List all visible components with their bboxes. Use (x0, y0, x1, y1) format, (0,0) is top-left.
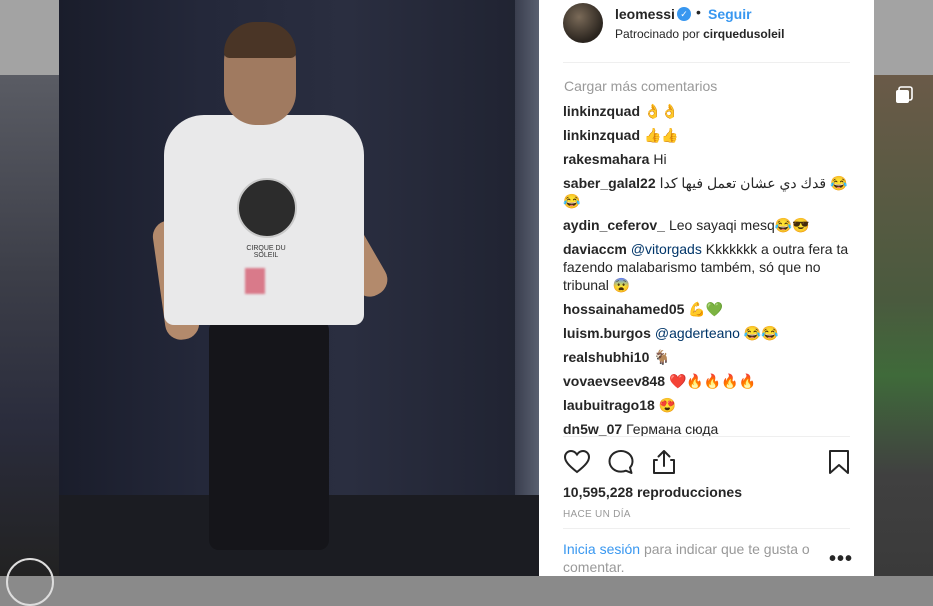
heart-outline-icon[interactable] (563, 448, 591, 476)
shirt-text: CIRQUE DU SOLEIL (246, 245, 286, 259)
sponsor-link[interactable]: cirquedusoleil (703, 27, 784, 41)
comment-text: 💪💚 (688, 301, 724, 317)
separator-dot: • (696, 4, 701, 20)
comment-text: ❤️🔥🔥🔥🔥 (669, 373, 757, 389)
comment-username[interactable]: linkinzquad (563, 103, 640, 119)
comment-username[interactable]: luism.burgos (563, 325, 651, 341)
comment-text: Германа сюда (626, 421, 719, 436)
comment-username[interactable]: laubuitrago18 (563, 397, 655, 413)
post-video[interactable]: CIRQUE DU SOLEIL (59, 0, 539, 576)
verified-badge-icon: ✓ (677, 7, 691, 21)
sponsored-prefix: Patrocinado por (615, 27, 700, 41)
background-post-left[interactable] (0, 75, 59, 606)
comment-item: dn5w_07 Германа сюда (563, 420, 850, 436)
comment-username[interactable]: realshubhi10 (563, 349, 649, 365)
shirt-badge (245, 268, 265, 294)
player-hair (224, 22, 296, 58)
player-legs (209, 320, 329, 550)
bookmark-icon[interactable] (825, 448, 853, 476)
login-link[interactable]: Inicia sesión (563, 541, 640, 557)
comment-username[interactable]: linkinzquad (563, 127, 640, 143)
comment-username[interactable]: vovaevseev848 (563, 373, 665, 389)
comment-item: laubuitrago18 😍 (563, 396, 850, 414)
comment-username[interactable]: rakesmahara (563, 151, 649, 167)
login-prompt: Inicia sesión para indicar que te gusta … (563, 540, 831, 576)
share-upload-icon[interactable] (650, 448, 678, 476)
more-options-icon[interactable]: ••• (829, 548, 853, 571)
action-bar (563, 448, 850, 476)
comment-bubble-icon[interactable] (607, 448, 635, 476)
comment-item: aydin_ceferov_ Leo sayaqi mesq😂😎 (563, 216, 850, 234)
header-divider (563, 62, 850, 63)
view-count[interactable]: 10,595,228 reproducciones (563, 484, 742, 500)
comment-mention[interactable]: @agderteano (655, 325, 740, 341)
background-post-right[interactable] (874, 75, 933, 576)
post-details-panel: leomessi ✓ • Seguir Patrocinado por cirq… (539, 0, 874, 576)
comment-item: saber_galal22 قدك دي عشان تعمل فيها كدا 😂… (563, 174, 850, 210)
post-header: leomessi ✓ • Seguir Patrocinado por cirq… (539, 0, 874, 60)
comment-username[interactable]: aydin_ceferov_ (563, 217, 665, 233)
comment-text: 😍 (658, 397, 677, 413)
comments-divider (563, 436, 850, 437)
load-more-comments-button[interactable]: Cargar más comentarios (564, 78, 717, 94)
comment-text: Leo sayaqi mesq😂😎 (668, 217, 810, 233)
comment-item: linkinzquad 👍👍 (563, 126, 850, 144)
comment-item: luism.burgos @agderteano 😂😂 (563, 324, 850, 342)
comment-mention[interactable]: @vitorgads (631, 241, 702, 257)
comments-list[interactable]: linkinzquad 👌👌 linkinzquad 👍👍 rakesmahara Hi s… (563, 102, 850, 436)
comment-text: 👍👍 (644, 127, 679, 143)
posted-time[interactable]: HACE UN DÍA (563, 509, 631, 520)
comment-text: Hi (653, 151, 667, 167)
comment-username[interactable]: dn5w_07 (563, 421, 622, 436)
shirt-logo-icon (237, 178, 297, 238)
comment-item: realshubhi10 🐐 (563, 348, 850, 366)
comment-item: rakesmahara Hi (563, 150, 850, 168)
avatar[interactable] (563, 3, 603, 43)
comment-text: 👌👌 (644, 103, 679, 119)
username-link[interactable]: leomessi (615, 6, 675, 22)
background-left-top (0, 0, 59, 75)
video-curtain (515, 0, 539, 576)
comment-username[interactable]: hossainahamed05 (563, 301, 684, 317)
background-right-top (874, 0, 933, 75)
comment-text: 😂😂 (743, 325, 779, 341)
comment-username[interactable]: saber_galal22 (563, 175, 656, 191)
camera-icon (6, 558, 54, 606)
follow-button[interactable]: Seguir (708, 6, 752, 22)
comment-item: vovaevseev848 ❤️🔥🔥🔥🔥 (563, 372, 850, 390)
comment-username[interactable]: daviaccm (563, 241, 627, 257)
comment-item: daviaccm @vitorgads Kkkkkkk a outra fera … (563, 240, 850, 294)
multiple-posts-icon (896, 86, 913, 103)
footer-divider (563, 528, 850, 529)
comment-text: 🐐 (653, 349, 671, 365)
comment-item: hossainahamed05 💪💚 (563, 300, 850, 318)
sponsored-line: Patrocinado por cirquedusoleil (615, 27, 784, 41)
comment-item: linkinzquad 👌👌 (563, 102, 850, 120)
